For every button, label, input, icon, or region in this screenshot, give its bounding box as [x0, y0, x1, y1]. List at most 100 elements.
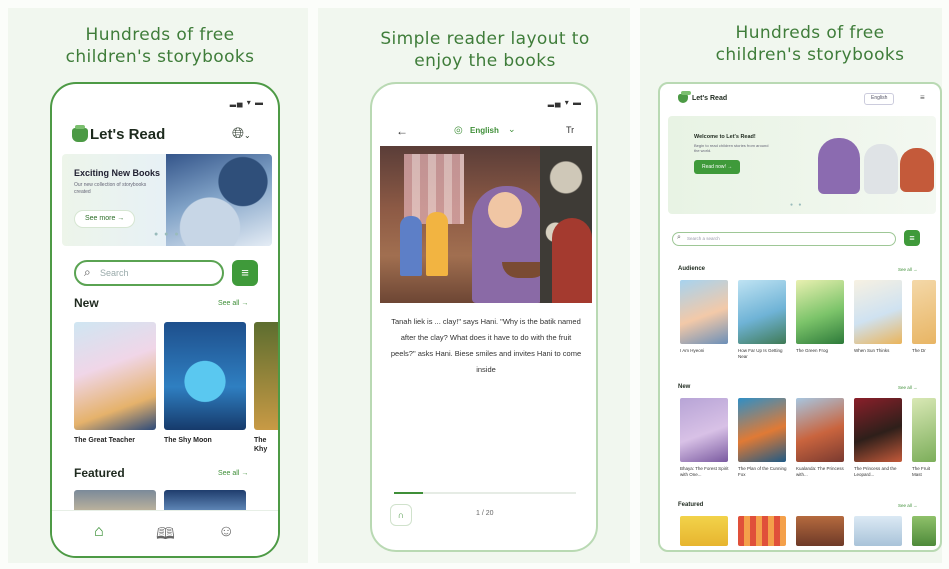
search-input[interactable]: ⌕ Search a search [672, 232, 896, 246]
child-figure [400, 216, 422, 276]
filter-button[interactable]: ≡ [904, 230, 920, 246]
book-title: Kualanda: The Princess with... [796, 466, 844, 477]
book-cover[interactable] [854, 280, 902, 344]
book-title: The Khy [254, 437, 268, 453]
see-all-new-link[interactable]: See all → [898, 385, 918, 390]
banner-subtitle: Our new collection of storybooks created [74, 182, 147, 195]
search-icon: ⌕ [677, 234, 681, 241]
status-bar: ▂▄ ▾ ▬ [547, 98, 582, 107]
book-cover[interactable] [74, 322, 156, 430]
book-cover[interactable] [680, 516, 728, 546]
headphones-icon: ∩ [397, 510, 405, 520]
book-cover[interactable] [912, 280, 936, 344]
book-title: The Plan of the Cunning Fox [738, 466, 787, 477]
bottom-nav-bar: ⌂ 🕮︎ ☺ [52, 510, 278, 556]
grandmother-face [488, 192, 522, 228]
home-icon[interactable]: ⌂ [94, 523, 104, 541]
book-cover[interactable] [254, 322, 278, 430]
caption-left: Hundreds of free children's storybooks [65, 25, 255, 67]
see-more-button[interactable]: See more → [74, 210, 136, 228]
carousel-dots: ● ● [790, 202, 804, 208]
section-title-audience: Audience [678, 266, 706, 272]
globe-icon[interactable]: 🌐︎⌄ [232, 125, 251, 142]
tablet-header: Let's Read English ≡ [660, 84, 940, 112]
page-indicator: 1 / 20 [476, 510, 494, 517]
book-title: Bhaya: The Forest Spirit with One... [680, 466, 729, 477]
owl-illustration [818, 138, 860, 194]
book-cover[interactable] [680, 280, 728, 344]
see-all-featured-link[interactable]: See all → [218, 470, 248, 477]
language-selector[interactable]: English [470, 126, 499, 135]
filter-button[interactable]: ≡ [232, 260, 258, 286]
section-title-new: New [74, 296, 99, 310]
reading-progress-bar[interactable] [394, 492, 576, 494]
text-size-button[interactable]: Tr [566, 125, 574, 135]
lets-read-logo-icon [678, 91, 691, 103]
book-title: How Far Up Is Getting Near [738, 348, 783, 359]
banner-illustration [166, 154, 272, 246]
back-arrow-icon[interactable]: ← [396, 124, 408, 138]
book-cover[interactable] [854, 516, 902, 546]
globe-icon: ◎ [454, 125, 463, 136]
book-title: The Green Frog [796, 348, 829, 353]
book-title: The Fruit Mast [912, 466, 931, 477]
see-all-featured-link[interactable]: See all → [898, 503, 918, 508]
book-cover[interactable] [854, 398, 902, 462]
book-cover[interactable] [164, 322, 246, 430]
book-cover[interactable] [912, 398, 936, 462]
welcome-banner: Welcome to Let's Read! Begin to read chi… [668, 116, 936, 214]
search-placeholder: Search a search [687, 236, 720, 241]
book-title: The Dr [912, 348, 926, 353]
see-all-new-link[interactable]: See all → [218, 300, 248, 307]
book-cover[interactable] [738, 398, 786, 462]
caption-middle: Simple reader layout to enjoy the books [380, 29, 590, 71]
search-icon: ⌕ [84, 265, 91, 279]
search-input[interactable]: ⌕ Search [74, 260, 224, 286]
book-title: The Princess and the Leopard... [854, 466, 897, 477]
banner-title: Welcome to Let's Read! [694, 134, 756, 140]
search-placeholder: Search [100, 268, 129, 278]
book-icon[interactable]: 🕮︎ [156, 523, 175, 550]
book-title: The Shy Moon [164, 437, 212, 444]
child-figure [426, 212, 448, 276]
book-cover[interactable] [796, 516, 844, 546]
banner-subtitle: Begin to read children stories from arou… [694, 143, 769, 153]
language-button[interactable]: English [864, 93, 895, 105]
see-all-audience-link[interactable]: See all → [898, 267, 918, 272]
banner-title: Exciting New Books [74, 168, 161, 178]
section-title-featured: Featured [74, 466, 125, 480]
section-title-new: New [678, 384, 691, 390]
section-title-featured: Featured [678, 502, 704, 508]
story-text: Tanah liek is ... clay!" says Hani. "Why… [390, 317, 582, 374]
lets-read-logo-icon [72, 125, 88, 142]
reading-progress-fill [394, 492, 424, 494]
profile-icon[interactable]: ☺ [218, 523, 234, 541]
book-cover[interactable] [912, 516, 936, 546]
screenshot-stage: Hundreds of free children's storybooks S… [0, 0, 949, 569]
app-title: Let's Read [90, 126, 166, 143]
book-cover[interactable] [738, 516, 786, 546]
audio-button[interactable]: ∩ [390, 504, 412, 526]
filter-icon: ≡ [241, 265, 249, 280]
filter-icon: ≡ [909, 233, 915, 243]
story-illustration [380, 146, 592, 303]
red-panda-illustration [900, 148, 934, 192]
reader-top-bar: ← ◎ English ⌄ Tr [372, 120, 596, 148]
book-cover[interactable] [796, 398, 844, 462]
status-bar: ▂▄ ▾ ▬ [229, 98, 264, 107]
tablet-home-screen: Let's Read English ≡ Welcome to Let's Re… [658, 82, 942, 552]
book-title: When Sun Thinks [854, 348, 890, 353]
app-title: Let's Read [692, 95, 728, 102]
woman-figure [552, 218, 592, 303]
phone-home-screen: ▂▄ ▾ ▬ Let's Read 🌐︎⌄ Exciting New Books… [50, 82, 280, 558]
carousel-dots: ● ● ● [154, 231, 181, 238]
book-title: I Am Hyeoni [680, 348, 705, 353]
menu-icon[interactable]: ≡ [920, 93, 925, 102]
elephant-illustration [864, 144, 898, 194]
book-cover[interactable] [738, 280, 786, 344]
book-cover[interactable] [680, 398, 728, 462]
caption-right: Hundreds of free children's storybooks [715, 23, 905, 65]
read-now-button[interactable]: Read now! → [694, 160, 741, 174]
book-cover[interactable] [796, 280, 844, 344]
phone-reader-screen: ▂▄ ▾ ▬ ← ◎ English ⌄ Tr Tanah liek is ..… [370, 82, 598, 552]
